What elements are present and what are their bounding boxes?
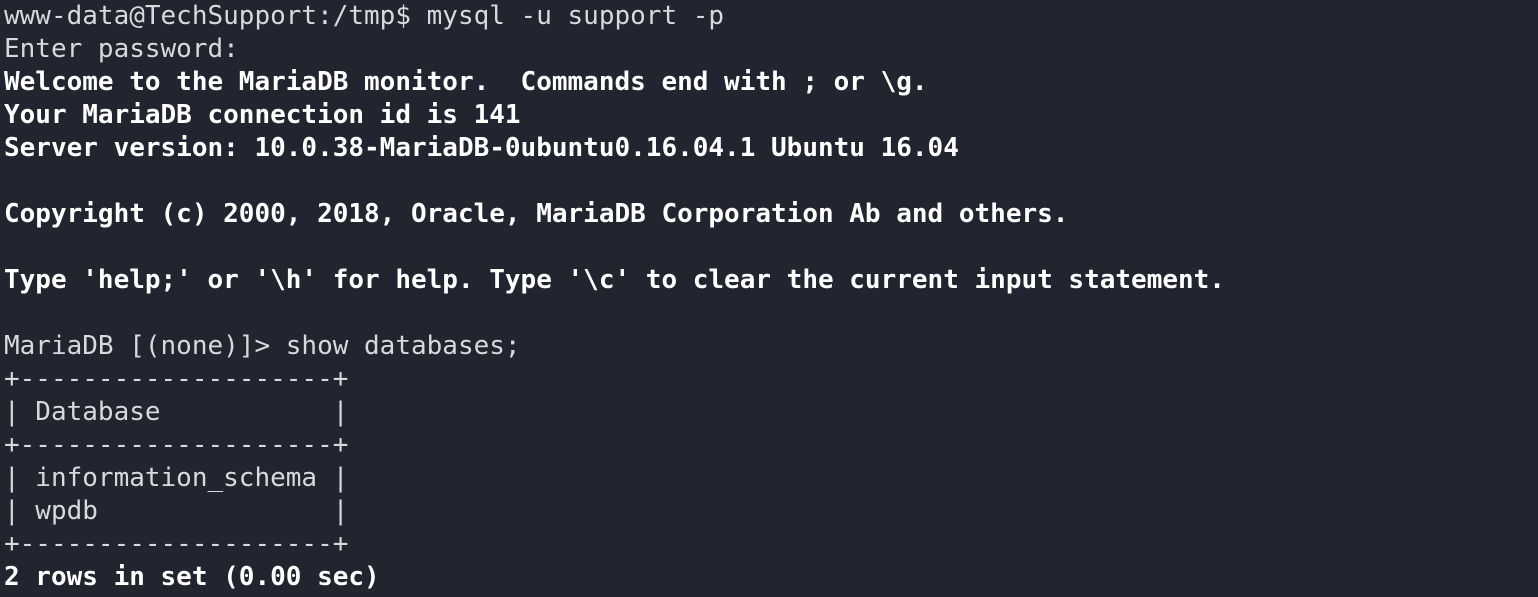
terminal-window[interactable]: www-data@TechSupport:/tmp$ mysql -u supp…	[0, 0, 1538, 597]
shell-command-line: www-data@TechSupport:/tmp$ mysql -u supp…	[4, 1, 725, 31]
table-row: | wpdb |	[4, 496, 349, 526]
mariadb-command-line[interactable]: MariaDB [(none)]> show databases;	[4, 330, 1538, 363]
server-version-line: Server version: 10.0.38-MariaDB-0ubuntu0…	[4, 133, 959, 163]
table-border-bottom: +--------------------+	[4, 529, 349, 559]
table-row: | information_schema |	[4, 463, 349, 493]
connection-id-line: Your MariaDB connection id is 141	[4, 100, 521, 130]
copyright-line: Copyright (c) 2000, 2018, Oracle, MariaD…	[4, 199, 1069, 229]
result-summary-line: 2 rows in set (0.00 sec)	[4, 562, 380, 592]
table-header-row: | Database |	[4, 397, 349, 427]
table-border-top: +--------------------+	[4, 364, 349, 394]
welcome-message: Welcome to the MariaDB monitor. Commands…	[4, 67, 928, 97]
table-border-header: +--------------------+	[4, 430, 349, 460]
help-hint-line: Type 'help;' or '\h' for help. Type '\c'…	[4, 265, 1225, 295]
password-prompt: Enter password:	[4, 34, 239, 64]
